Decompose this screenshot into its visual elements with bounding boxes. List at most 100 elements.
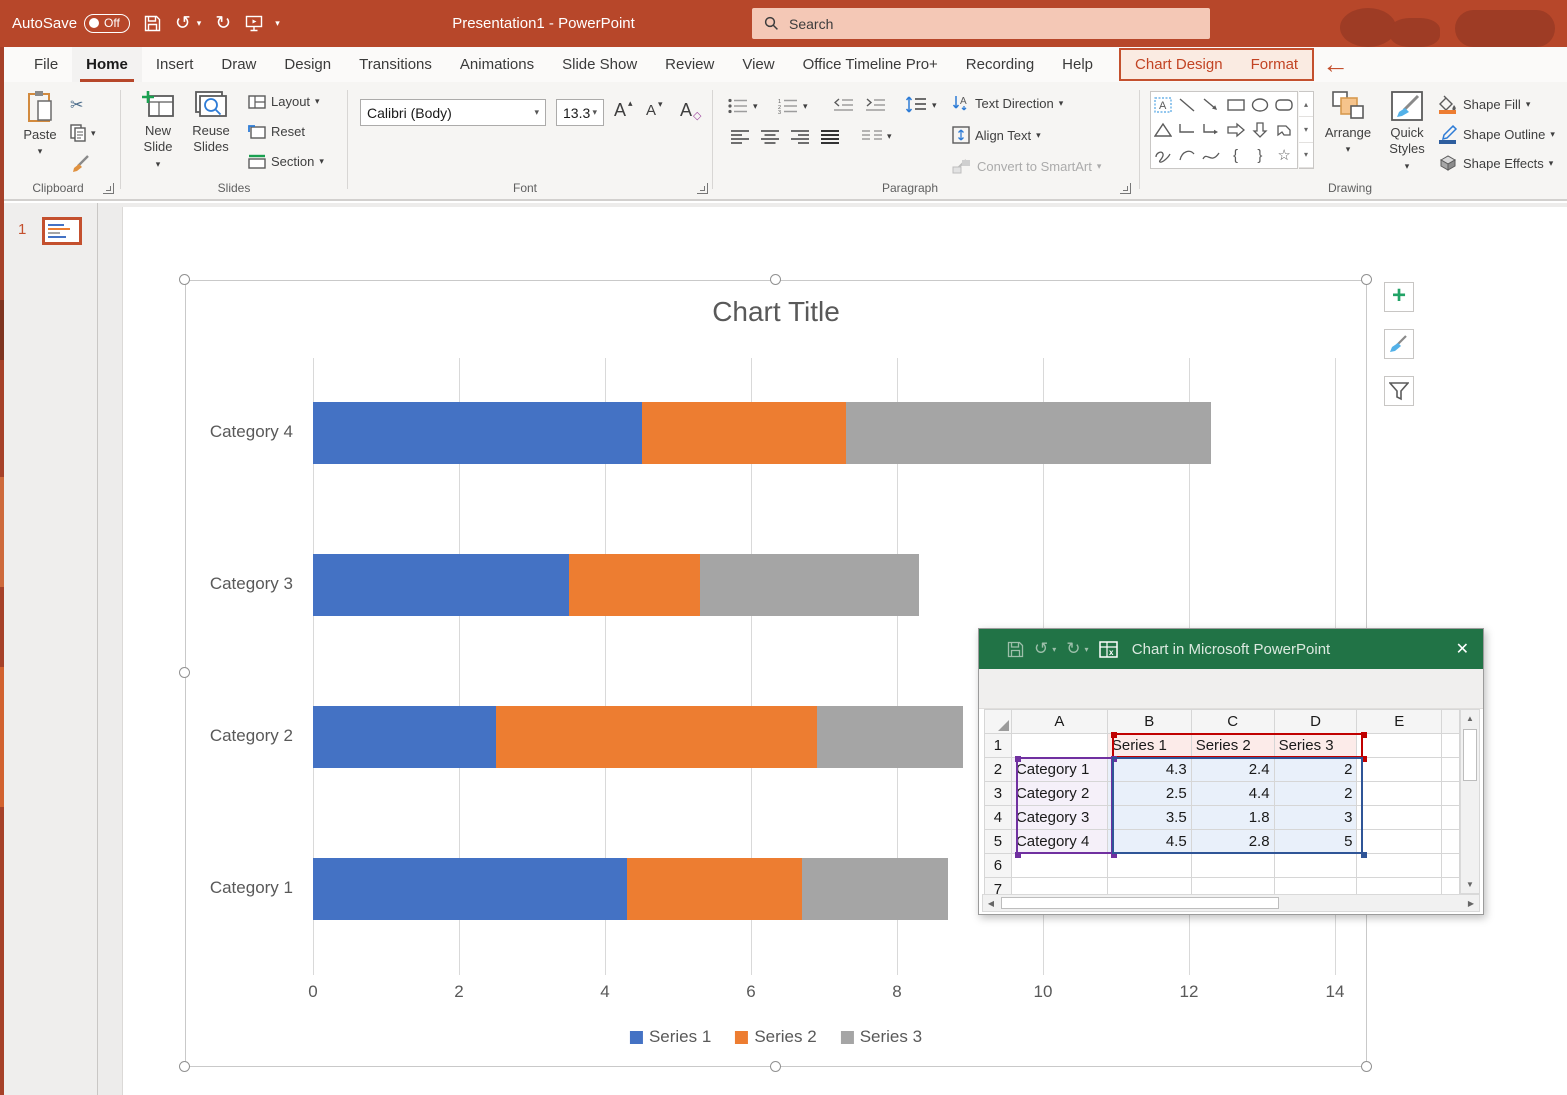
vertical-scrollbar[interactable]: ▲ ▼	[1460, 709, 1480, 894]
cell-C4[interactable]: 1.8	[1191, 806, 1274, 830]
search-input[interactable]	[789, 16, 1149, 32]
shape-triangle[interactable]	[1151, 117, 1174, 142]
data-window-close-icon[interactable]: ✕	[1456, 629, 1469, 669]
scroll-left-arrow[interactable]: ◀	[983, 895, 999, 911]
bar-series-1-category-4[interactable]	[313, 402, 642, 464]
shape-freeform[interactable]	[1273, 117, 1296, 142]
selection-handle[interactable]	[1111, 852, 1117, 858]
horizontal-scrollbar[interactable]: ◀ ▶	[982, 894, 1480, 912]
cell-A5[interactable]: Category 4	[1011, 830, 1107, 854]
tab-design[interactable]: Design	[270, 47, 345, 82]
increase-font-button[interactable]: A▴	[614, 100, 633, 121]
shape-elbow-arrow-connector[interactable]	[1200, 117, 1223, 142]
tab-draw[interactable]: Draw	[207, 47, 270, 82]
cell-partial[interactable]	[1442, 854, 1460, 878]
format-painter-button[interactable]	[70, 154, 90, 174]
align-text-button[interactable]: Align Text▾	[952, 126, 1041, 144]
row-header-4[interactable]: 4	[985, 806, 1012, 830]
bar-series-2-category-3[interactable]	[569, 554, 700, 616]
section-button[interactable]: Section▾	[248, 154, 324, 169]
line-spacing-button[interactable]: ▾	[905, 96, 937, 114]
column-header-c[interactable]: C	[1191, 710, 1274, 734]
tab-help[interactable]: Help	[1048, 47, 1107, 82]
selection-handle[interactable]	[1111, 756, 1117, 762]
cell-D3[interactable]: 2	[1274, 782, 1357, 806]
cell-A4[interactable]: Category 3	[1011, 806, 1107, 830]
shape-oval[interactable]	[1248, 92, 1271, 117]
cell-A6[interactable]	[1011, 854, 1107, 878]
resize-handle[interactable]	[1361, 1061, 1372, 1072]
row-header-1[interactable]: 1	[985, 734, 1012, 758]
search-box[interactable]	[752, 8, 1210, 39]
shape-star[interactable]: ☆	[1273, 143, 1296, 168]
resize-handle[interactable]	[179, 274, 190, 285]
undo-icon[interactable]: ↺	[175, 14, 191, 33]
columns-button[interactable]: ▾	[862, 130, 892, 142]
chart-elements-button[interactable]: +	[1384, 282, 1414, 312]
shape-right-brace[interactable]: }	[1248, 143, 1271, 168]
scroll-down-arrow[interactable]: ▼	[1461, 876, 1479, 893]
font-size-combo[interactable]: 13.3▾	[556, 99, 604, 126]
tab-slide-show[interactable]: Slide Show	[548, 47, 651, 82]
select-all-cell[interactable]	[985, 710, 1012, 734]
customize-qat-chevron-icon[interactable]: ▾	[275, 18, 280, 29]
cell-D7[interactable]	[1274, 878, 1357, 895]
cell-A2[interactable]: Category 1	[1011, 758, 1107, 782]
cell-partial[interactable]	[1442, 806, 1460, 830]
slide-thumbnail[interactable]	[42, 217, 82, 245]
shape-fill-button[interactable]: Shape Fill▾	[1438, 94, 1530, 114]
cell-B4[interactable]: 3.5	[1107, 806, 1191, 830]
shape-gallery-more[interactable]: ▾	[1299, 143, 1313, 168]
data-undo-icon[interactable]: ↺	[1034, 639, 1048, 659]
tab-recording[interactable]: Recording	[952, 47, 1048, 82]
paragraph-dialog-launcher[interactable]	[1120, 183, 1131, 194]
resize-handle[interactable]	[770, 1061, 781, 1072]
vertical-scroll-thumb[interactable]	[1463, 729, 1477, 781]
tab-transitions[interactable]: Transitions	[345, 47, 446, 82]
align-right-button[interactable]	[791, 130, 809, 144]
shape-scroll-down[interactable]: ▾	[1299, 117, 1313, 142]
tab-format[interactable]: Format	[1237, 50, 1313, 79]
reset-button[interactable]: Reset	[248, 124, 305, 139]
tab-home[interactable]: Home	[72, 47, 142, 82]
cell-D5[interactable]: 5	[1274, 830, 1357, 854]
data-window-titlebar[interactable]: ↺ ▾ ↻ ▾ x Chart in Microsoft PowerPoint …	[979, 629, 1483, 669]
selection-handle[interactable]	[1111, 732, 1117, 738]
shape-scribble[interactable]	[1151, 143, 1174, 168]
cell-E5[interactable]	[1357, 830, 1442, 854]
clear-formatting-button[interactable]: A◇	[680, 100, 701, 121]
redo-icon[interactable]: ↻	[215, 14, 231, 33]
shape-down-arrow[interactable]	[1248, 117, 1271, 142]
align-left-button[interactable]	[731, 130, 749, 144]
reuse-slides-button[interactable]: Reuse Slides	[186, 90, 236, 156]
cell-A3[interactable]: Category 2	[1011, 782, 1107, 806]
data-save-icon[interactable]	[1007, 641, 1024, 658]
cell-partial[interactable]	[1442, 758, 1460, 782]
cell-D1[interactable]: Series 3	[1274, 734, 1357, 758]
quick-styles-button[interactable]: Quick Styles ▾	[1382, 90, 1432, 172]
selection-handle[interactable]	[1015, 756, 1021, 762]
scroll-right-arrow[interactable]: ▶	[1463, 895, 1479, 911]
edit-in-excel-icon[interactable]: x	[1099, 641, 1118, 658]
align-center-button[interactable]	[761, 130, 779, 144]
bullets-button[interactable]: ▾	[728, 98, 758, 114]
resize-handle[interactable]	[179, 1061, 190, 1072]
shape-scroll-up[interactable]: ▴	[1299, 92, 1313, 117]
save-icon[interactable]	[144, 15, 161, 32]
cell-C3[interactable]: 4.4	[1191, 782, 1274, 806]
data-redo-icon[interactable]: ↻	[1066, 639, 1080, 659]
bar-series-3-category-3[interactable]	[700, 554, 919, 616]
new-slide-button[interactable]: New Slide ▾	[134, 90, 182, 170]
scroll-up-arrow[interactable]: ▲	[1461, 710, 1479, 727]
numbering-button[interactable]: 123 ▾	[778, 98, 808, 114]
shape-left-brace[interactable]: {	[1224, 143, 1247, 168]
tab-office-timeline-pro-[interactable]: Office Timeline Pro+	[789, 47, 952, 82]
cell-B1[interactable]: Series 1	[1107, 734, 1191, 758]
text-direction-button[interactable]: A Text Direction▾	[952, 94, 1063, 112]
cell-D4[interactable]: 3	[1274, 806, 1357, 830]
convert-to-smartart-button[interactable]: Convert to SmartArt▾	[952, 158, 1101, 174]
horizontal-scroll-thumb[interactable]	[1001, 897, 1279, 909]
row-header-7[interactable]: 7	[985, 878, 1012, 895]
shape-line[interactable]	[1175, 92, 1198, 117]
shape-rounded-rectangle[interactable]	[1273, 92, 1296, 117]
